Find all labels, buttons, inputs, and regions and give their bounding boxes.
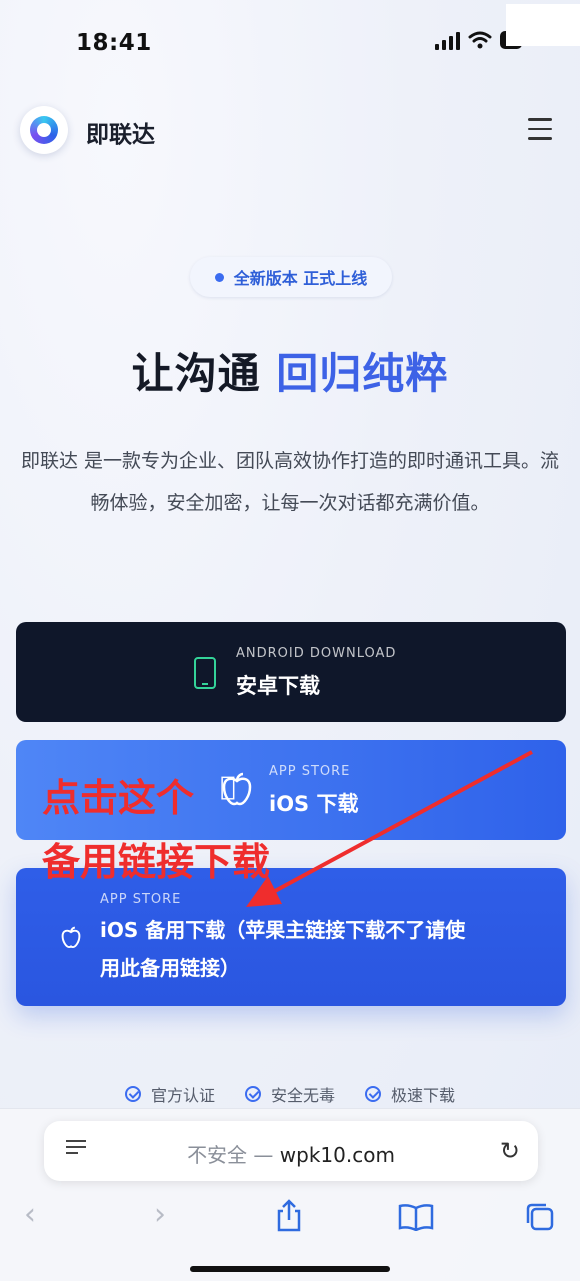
badge-dot [214,272,224,282]
feature-item: 官方认证 [124,1082,215,1106]
check-icon [124,1086,141,1102]
apple-small-icon [61,926,81,949]
status-bar: 18:41 6 [0,0,580,80]
backup-button-label-line2: 用此备用链接） [100,956,240,980]
address-bar[interactable]: 不安全 — wpk10.com ↻ [44,1121,538,1181]
feature-label: 官方认证 [150,1086,215,1105]
phone-icon [194,657,216,689]
feature-item: 安全无毒 [244,1082,335,1106]
tabs-icon[interactable] [524,1201,556,1233]
ios-button-label: iOS 下载 [269,792,359,816]
logo-icon [30,116,58,144]
menu-icon[interactable] [528,118,552,140]
bookmarks-icon[interactable] [398,1203,434,1231]
check-icon [365,1086,381,1102]
apple-outline-icon [222,772,252,806]
site-header: 即联达 [0,98,580,160]
feature-item: 极速下载 [365,1082,455,1106]
wifi-icon [468,31,492,49]
home-indicator [190,1266,390,1272]
backup-button-label-line1: iOS 备用下载（苹果主链接下载不了请使 [100,918,466,942]
status-time: 18:41 [76,30,152,56]
forward-icon[interactable]: › [154,1197,166,1232]
annotation-line1: 点击这个 [42,776,195,820]
url-display[interactable]: 不安全 — wpk10.com [44,1139,538,1168]
browser-bar: 不安全 — wpk10.com ↻ ‹ › [0,1108,580,1281]
share-icon[interactable] [274,1199,304,1233]
feature-label: 极速下载 [391,1086,456,1105]
title-highlight: 回归纯粹 [276,349,449,398]
ios-button-sub: APP STORE [269,764,351,779]
signal-icon [435,30,460,50]
badge-text: 全新版本 正式上线 [233,269,368,288]
annotation-line2: 备用链接下载 [42,840,271,884]
url-domain: wpk10.com [279,1143,395,1167]
backup-button-sub: APP STORE [100,892,182,907]
back-icon[interactable]: ‹ [24,1197,36,1232]
brand-name[interactable]: 即联达 [86,115,155,149]
page: 18:41 6 即联达 全新版本 正式上线 让沟通 回归纯粹 即联达 是 [0,0,580,1281]
title-part1: 让沟通 [131,349,277,398]
check-icon [244,1086,261,1102]
android-button-label: 安卓下载 [236,674,320,698]
feature-label: 安全无毒 [270,1086,335,1105]
reload-icon[interactable]: ↻ [500,1137,520,1165]
logo[interactable] [20,106,68,154]
android-button-sub: ANDROID DOWNLOAD [236,646,397,661]
status-cover [506,4,580,46]
version-badge: 全新版本 正式上线 [190,257,392,297]
feature-list: 官方认证 安全无毒 极速下载 [0,1082,580,1106]
browser-toolbar: ‹ › [0,1197,580,1247]
page-title: 让沟通 回归纯粹 [0,340,580,401]
url-security: 不安全 — [187,1143,280,1167]
android-download-button[interactable]: ANDROID DOWNLOAD 安卓下载 [16,622,566,722]
description: 即联达 是一款专为企业、团队高效协作打造的即时通讯工具。流畅体验，安全加密，让每… [20,450,560,514]
